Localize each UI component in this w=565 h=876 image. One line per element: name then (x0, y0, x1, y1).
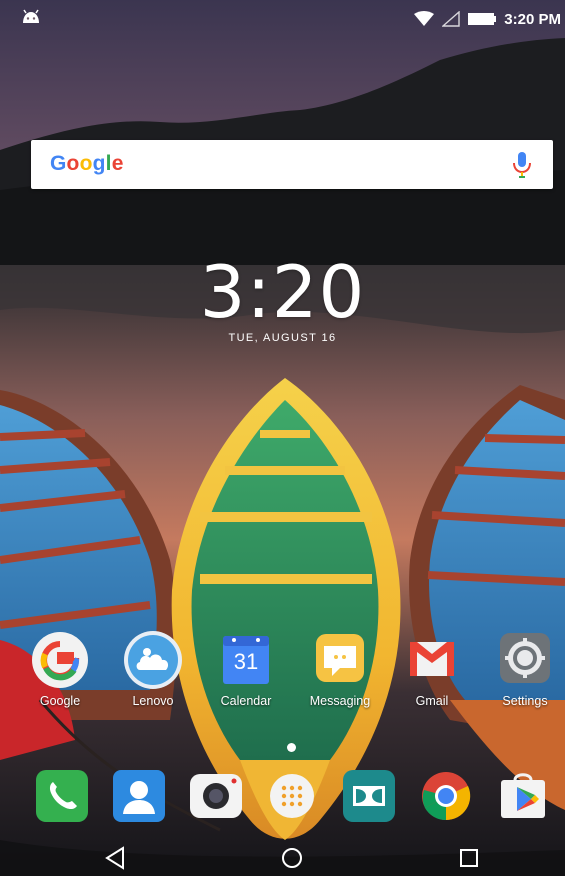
camera-icon[interactable] (188, 768, 244, 824)
status-time: 3:20 PM (504, 10, 561, 28)
status-bar: 3:20 PM (0, 0, 565, 36)
app-calendar[interactable]: 31 Calendar (206, 630, 286, 708)
app-label: Google (39, 694, 81, 708)
app-label: Settings (502, 694, 548, 708)
back-icon[interactable] (102, 844, 130, 872)
recents-icon[interactable] (455, 844, 483, 872)
clock-time[interactable]: 3:20 (0, 250, 565, 334)
wallpaper (0, 0, 565, 876)
battery-icon (468, 13, 497, 25)
app-drawer-icon[interactable] (264, 768, 320, 824)
settings-gear-icon (495, 630, 555, 690)
google-search-bar[interactable]: Google (31, 140, 553, 189)
app-gmail[interactable]: Gmail (392, 630, 472, 708)
home-screen: 3:20 PM Google 3:20 TUE, AUGUST 16 Googl (0, 0, 565, 876)
app-label: Messaging (309, 694, 371, 708)
app-messaging[interactable]: Messaging (300, 630, 380, 708)
wifi-icon (414, 11, 435, 26)
gmail-icon (402, 630, 462, 690)
google-logo: Google (50, 152, 124, 175)
android-icon (23, 9, 39, 23)
app-lenovo[interactable]: Lenovo (113, 630, 193, 708)
chrome-icon[interactable] (418, 768, 474, 824)
app-label: Gmail (415, 694, 449, 708)
page-indicator (287, 743, 296, 752)
app-label: Lenovo (132, 694, 174, 708)
cell-signal-icon (442, 11, 460, 27)
app-settings[interactable]: Settings (485, 630, 565, 708)
contacts-icon[interactable] (111, 768, 167, 824)
app-google[interactable]: Google (20, 630, 100, 708)
navigation-bar (0, 838, 565, 876)
clock-date: TUE, AUGUST 16 (228, 332, 337, 344)
mic-icon[interactable] (513, 152, 531, 178)
google-icon (30, 630, 90, 690)
calendar-icon: 31 (216, 630, 276, 690)
app-label: Calendar (220, 694, 272, 708)
calendar-date-badge: 31 (233, 649, 259, 674)
lenovo-cloud-icon (123, 630, 183, 690)
home-icon[interactable] (278, 844, 306, 872)
play-store-icon[interactable] (495, 768, 551, 824)
dolby-icon[interactable] (341, 768, 397, 824)
phone-icon[interactable] (34, 768, 90, 824)
messaging-icon (310, 630, 370, 690)
